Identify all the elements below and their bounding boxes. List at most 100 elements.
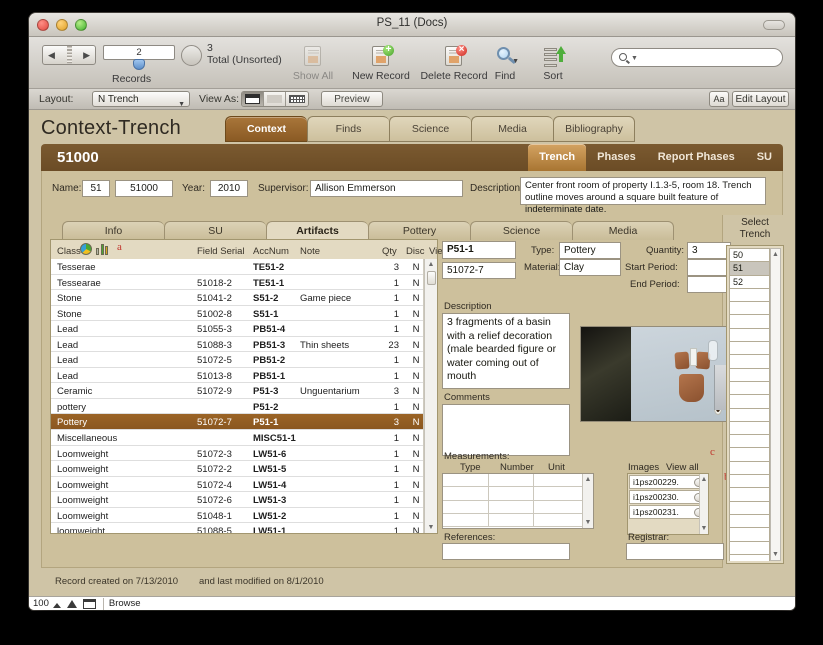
scrollbar-thumb[interactable] <box>426 271 436 285</box>
tab-context[interactable]: Context <box>225 116 307 142</box>
trench-empty-row[interactable] <box>729 500 770 515</box>
new-record-button[interactable]: + New Record <box>347 45 415 83</box>
table-row[interactable]: Lead51013-8PB51-11N> <box>51 368 424 384</box>
subtab-su[interactable]: SU <box>746 144 783 171</box>
table-row[interactable]: Stone51002-8S51-11N> <box>51 306 424 322</box>
description-field[interactable]: Center front room of property I.1.3-5, r… <box>520 177 766 215</box>
subtab-trench[interactable]: Trench <box>528 144 587 171</box>
trench-empty-row[interactable] <box>729 420 770 436</box>
toolbar-toggle-button[interactable] <box>763 20 785 30</box>
scroll-up-icon[interactable]: ▲ <box>700 474 708 485</box>
col-header-class[interactable]: Class <box>57 246 81 257</box>
detail-field-serial-field[interactable]: 51072-7 <box>442 262 516 279</box>
artifacts-scrollbar[interactable]: ▲ ▼ <box>424 259 437 533</box>
image-list-item[interactable]: i1psz00230. <box>629 489 707 504</box>
search-input[interactable]: ▼ <box>611 48 783 67</box>
col-header-qty[interactable]: Qty <box>382 246 397 257</box>
book-spine-icon[interactable] <box>66 46 72 64</box>
images-list[interactable]: i1psz00229. i1psz00230. i1psz00231. ▲ ▼ <box>627 473 709 535</box>
trench-empty-row[interactable] <box>729 287 770 303</box>
pie-status-icon[interactable] <box>181 45 202 66</box>
tab-finds[interactable]: Finds <box>307 116 389 142</box>
scroll-down-icon[interactable]: ▼ <box>425 522 437 533</box>
trench-option[interactable]: 50 <box>729 248 770 263</box>
select-trench-scrollbar[interactable]: ▲ ▼ <box>770 248 781 561</box>
table-row[interactable]: potteryP51-21N> <box>51 399 424 415</box>
sub-tab-bar[interactable]: Trench Phases Report Phases SU <box>528 144 783 171</box>
table-row[interactable]: Lead51072-5PB51-21N> <box>51 352 424 368</box>
trench-empty-row[interactable] <box>729 447 770 462</box>
inner-tab-bar[interactable]: Info SU Artifacts Pottery Science Media <box>62 221 674 240</box>
table-row[interactable]: Loomweight51072-6LW51-31N> <box>51 492 424 508</box>
trench-empty-row[interactable] <box>729 487 770 502</box>
inner-tab-artifacts[interactable]: Artifacts <box>266 221 368 240</box>
inner-tab-pottery[interactable]: Pottery <box>368 221 470 240</box>
table-row[interactable]: Lead51055-3PB51-41N> <box>51 321 424 337</box>
find-button[interactable]: ▼ Find <box>481 45 529 82</box>
trench-empty-row[interactable] <box>729 460 770 476</box>
trench-empty-row[interactable] <box>729 407 770 422</box>
trench-empty-row[interactable] <box>729 394 770 409</box>
trench-empty-row[interactable] <box>729 434 770 449</box>
text-formatting-button[interactable]: Aa <box>709 91 729 107</box>
trench-empty-row[interactable] <box>729 327 770 343</box>
main-tab-bar[interactable]: Context Finds Science Media Bibliography <box>225 116 635 142</box>
detail-accnum-field[interactable]: P51-1 <box>442 241 516 259</box>
scroll-up-icon[interactable]: ▲ <box>583 474 593 485</box>
supervisor-field[interactable]: Allison Emmerson <box>310 180 463 197</box>
measurement-row[interactable] <box>443 500 582 514</box>
name-field-1[interactable]: 51 <box>82 180 110 197</box>
material-field[interactable]: Clay <box>559 259 621 276</box>
trench-empty-row[interactable] <box>729 527 770 542</box>
trench-empty-row[interactable] <box>729 540 770 555</box>
col-header-field-serial[interactable]: Field Serial <box>197 246 245 257</box>
col-header-note[interactable]: Note <box>300 246 320 257</box>
search-dropdown-icon[interactable]: ▼ <box>631 55 638 62</box>
name-field-2[interactable]: 51000 <box>115 180 173 197</box>
col-header-disc[interactable]: Disc <box>406 246 424 257</box>
measurements-table[interactable]: ▲ ▼ <box>442 473 594 529</box>
table-row[interactable]: Pottery51072-7P51-13N> <box>51 414 424 431</box>
table-row[interactable]: Ceramic51072-9P51-3Unguentarium3N> <box>51 383 424 399</box>
image-list-item[interactable]: i1psz00229. <box>629 474 707 489</box>
measurement-row[interactable] <box>443 474 582 488</box>
subtab-report-phases[interactable]: Report Phases <box>647 144 746 171</box>
artifact-photo[interactable] <box>580 326 728 422</box>
select-trench-listbox[interactable]: 50 51 52 ▲ ▼ <box>726 245 784 564</box>
view-as-list-icon[interactable] <box>264 92 286 106</box>
table-row[interactable]: TesseraeTE51-23N> <box>51 259 424 275</box>
type-field[interactable]: Pottery <box>559 242 621 259</box>
status-toggle-icon[interactable] <box>82 598 96 609</box>
measurements-scrollbar[interactable]: ▲ ▼ <box>582 474 593 528</box>
inner-tab-media[interactable]: Media <box>572 221 674 240</box>
trench-option[interactable]: 52 <box>729 274 770 289</box>
inner-tab-science[interactable]: Science <box>470 221 572 240</box>
table-row[interactable]: Loomweight51072-2LW51-51N> <box>51 461 424 477</box>
window-titlebar[interactable]: PS_11 (Docs) <box>29 13 795 37</box>
table-row[interactable]: Tessearae51018-2TE51-11N> <box>51 275 424 291</box>
tab-science[interactable]: Science <box>389 116 471 142</box>
scroll-down-icon[interactable]: ▼ <box>700 523 708 534</box>
next-record-icon[interactable]: ▶ <box>78 50 95 60</box>
table-row[interactable]: Loomweight51072-4LW51-41N> <box>51 477 424 493</box>
table-row[interactable]: Loomweight51048-1LW51-21N> <box>51 508 424 524</box>
trench-empty-row[interactable] <box>729 367 770 382</box>
record-slider-thumb[interactable] <box>133 59 145 70</box>
previous-record-icon[interactable]: ◀ <box>43 50 60 60</box>
scroll-down-icon[interactable]: ▼ <box>583 517 593 528</box>
scroll-up-icon[interactable]: ▲ <box>771 249 780 260</box>
table-row[interactable]: Stone51041-2S51-2Game piece1N> <box>51 290 424 306</box>
current-record-field[interactable]: 2 <box>103 45 175 60</box>
images-scrollbar[interactable]: ▲ ▼ <box>699 474 708 534</box>
trench-empty-row[interactable] <box>729 341 770 356</box>
inner-tab-su[interactable]: SU <box>164 221 266 240</box>
inner-tab-info[interactable]: Info <box>62 221 164 240</box>
references-field[interactable] <box>442 543 570 560</box>
trench-empty-row[interactable] <box>729 474 770 489</box>
image-list-item[interactable]: i1psz00231. <box>629 504 707 519</box>
trench-empty-row[interactable] <box>729 553 770 561</box>
registrar-field[interactable] <box>626 543 724 560</box>
measurement-row[interactable] <box>443 513 582 528</box>
edit-layout-button[interactable]: Edit Layout <box>732 91 789 107</box>
bar-chart-icon[interactable] <box>96 243 109 255</box>
